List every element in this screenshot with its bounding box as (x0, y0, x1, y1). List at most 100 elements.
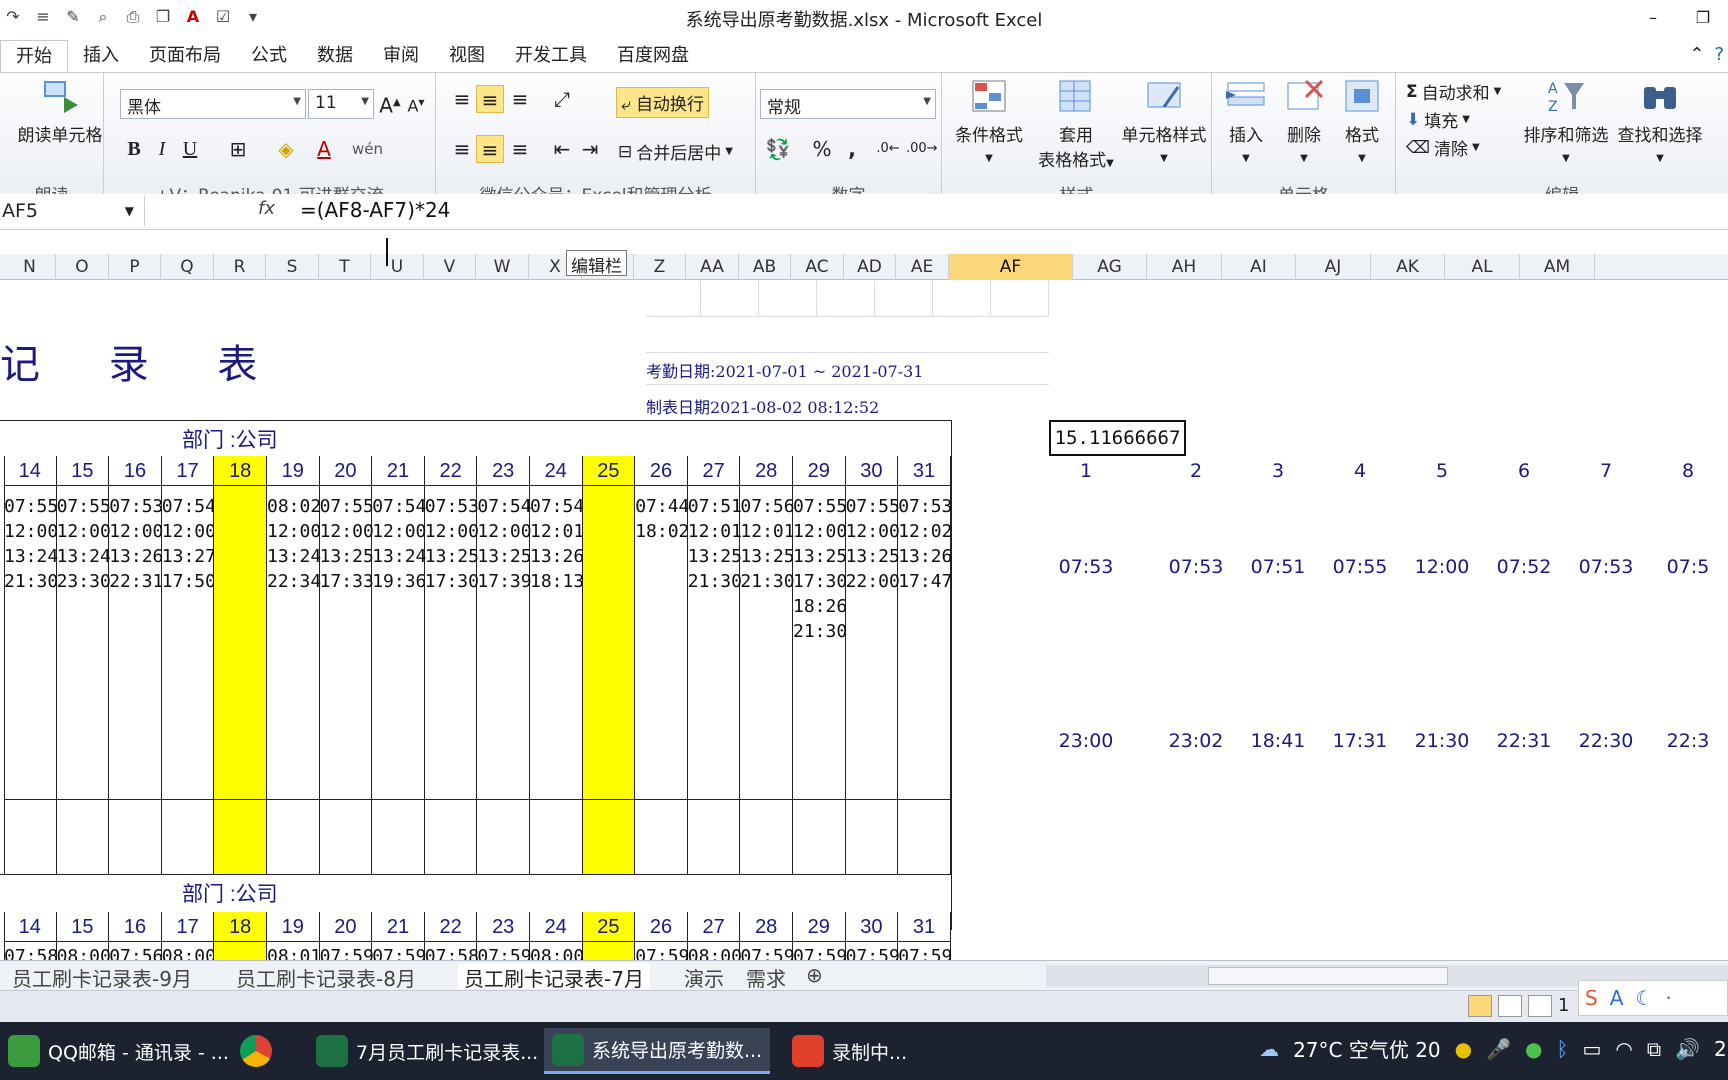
align-center-icon[interactable]: ≡ (476, 135, 504, 163)
helper-out-time[interactable]: 22:30 (1566, 730, 1646, 752)
ribbon-minimize-icon[interactable]: ⌃ (1689, 44, 1704, 65)
block1-day-header[interactable]: 28 (740, 456, 793, 486)
insert-cells-button[interactable]: 插入 ▼ (1216, 77, 1276, 166)
punch-times-cell[interactable]: 07:55 12:00 13:25 17:30 18:26 21:30 (793, 486, 847, 800)
align-left-icon[interactable]: ≡ (448, 135, 476, 163)
helper-in-time[interactable]: 07:5 (1648, 556, 1728, 578)
block2-day-header[interactable]: 17 (161, 912, 215, 942)
empty-cell[interactable] (214, 800, 267, 874)
read-cell-button[interactable]: 朗读单元格 (14, 77, 106, 146)
punch-times-cell[interactable]: 08:02 12:00 13:24 22:34 (267, 486, 321, 800)
helper-out-time[interactable]: 18:41 (1238, 730, 1318, 752)
column-header[interactable]: S (266, 254, 319, 280)
punch-times-cell[interactable]: 07:54 12:00 13:25 17:39 (477, 486, 532, 800)
column-header[interactable]: AD (844, 254, 896, 280)
helper-day-number[interactable]: 3 (1248, 460, 1308, 482)
column-header[interactable]: AJ (1296, 254, 1371, 280)
helper-day-number[interactable]: 7 (1576, 460, 1636, 482)
helper-in-time[interactable]: 07:51 (1238, 556, 1318, 578)
punch-times-cell[interactable]: 08:01 (267, 942, 321, 960)
currency-icon[interactable]: 💱 (764, 135, 792, 163)
align-middle-icon[interactable]: ≡ (476, 85, 504, 113)
punch-times-cell[interactable]: 07:56 12:01 13:25 21:30 (740, 486, 795, 800)
helper-out-time[interactable]: 22:3 (1648, 730, 1728, 752)
format-cells-button[interactable]: 格式 ▼ (1332, 77, 1392, 166)
column-header[interactable]: AB (739, 254, 791, 280)
block2-day-header[interactable]: 24 (530, 912, 583, 942)
block1-day-header[interactable]: 15 (56, 456, 110, 486)
sheet-tab-demo[interactable]: 演示 (684, 963, 724, 991)
punch-times-cell[interactable]: 07:53 12:02 13:26 17:47 (898, 486, 952, 800)
column-header[interactable]: AK (1371, 254, 1445, 280)
empty-cell[interactable] (846, 800, 899, 874)
column-header[interactable]: AL (1445, 254, 1520, 280)
decrease-decimal-icon[interactable]: .00→ (906, 135, 938, 163)
column-header[interactable]: Z (634, 254, 686, 280)
punch-times-cell[interactable]: 08:00 (162, 942, 216, 960)
block2-day-header[interactable]: 18 (214, 912, 267, 942)
worksheet-grid[interactable]: 记 录 表 考勤日期:2021-07-01 ~ 2021-07-31 制表日期2… (0, 280, 1728, 960)
block1-day-header[interactable]: 14 (4, 456, 57, 486)
empty-cell[interactable] (57, 800, 110, 874)
punch-times-cell[interactable] (582, 942, 636, 960)
autosum-button[interactable]: Σ 自动求和 ▼ (1406, 79, 1501, 105)
tab-page-layout[interactable]: 页面布局 (134, 40, 236, 72)
punch-times-cell[interactable]: 07:59 (846, 942, 900, 960)
insert-sheet-icon[interactable]: ⊕ (806, 963, 823, 989)
helper-in-time[interactable]: 07:52 (1484, 556, 1564, 578)
helper-in-time[interactable]: 07:53 (1566, 556, 1646, 578)
helper-in-time[interactable]: 07:53 (1046, 556, 1126, 578)
task-chrome[interactable] (232, 1028, 280, 1074)
punch-times-cell[interactable]: 07:55 12:00 13:25 22:00 (845, 486, 900, 800)
punch-times-cell[interactable]: 08:00 (688, 942, 742, 960)
helper-out-time[interactable]: 17:31 (1320, 730, 1400, 752)
punch-times-cell[interactable]: 07:51 12:01 13:25 21:30 (687, 486, 742, 800)
font-size-combo[interactable]: 11 ▼ (308, 89, 374, 119)
punch-times-cell[interactable]: 07:54 12:01 13:26 18:13 (530, 486, 584, 800)
empty-cell[interactable] (530, 800, 583, 874)
helper-day-number[interactable]: 6 (1494, 460, 1554, 482)
block2-day-header[interactable]: 21 (372, 912, 425, 942)
block1-day-header[interactable]: 23 (477, 456, 530, 486)
sheet-tab-aug[interactable]: 员工刷卡记录表-8月 (236, 963, 416, 991)
empty-cell[interactable] (4, 800, 57, 874)
block1-day-header[interactable]: 31 (898, 456, 951, 486)
column-header[interactable]: AM (1520, 254, 1595, 280)
punch-times-cell[interactable]: 08:00 (57, 942, 111, 960)
column-header[interactable]: T (319, 254, 371, 280)
font-name-combo[interactable]: 黑体 ▼ (120, 89, 306, 119)
battery-icon[interactable]: ▭ (1582, 1037, 1601, 1061)
block1-day-header[interactable]: 17 (161, 456, 215, 486)
column-header[interactable]: AE (896, 254, 949, 280)
punch-times-cell[interactable] (214, 486, 267, 800)
grow-font-icon[interactable]: A▲ (376, 89, 404, 118)
name-box[interactable]: AF5 ▼ (0, 196, 145, 226)
column-header[interactable]: N (4, 254, 56, 280)
tab-view[interactable]: 视图 (434, 40, 500, 72)
block1-day-header[interactable]: 29 (793, 456, 846, 486)
column-header[interactable]: AI (1222, 254, 1296, 280)
font-color-icon[interactable]: A (310, 135, 338, 163)
underline-button[interactable]: U (176, 135, 204, 163)
clear-button[interactable]: ⌫ 清除 ▼ (1406, 135, 1480, 161)
punch-times-cell[interactable]: 07:53 12:00 13:25 17:30 (424, 486, 479, 800)
moon-icon[interactable]: ☾ (1635, 986, 1653, 1010)
increase-decimal-icon[interactable]: .0← (874, 135, 902, 163)
helper-out-time[interactable]: 21:30 (1402, 730, 1482, 752)
number-format-combo[interactable]: 常规 ▼ (760, 89, 936, 119)
punch-times-cell[interactable] (582, 486, 636, 800)
block1-day-header[interactable]: 18 (214, 456, 267, 486)
punch-times-cell[interactable]: 07:59 (793, 942, 847, 960)
wrap-text-button[interactable]: ⤶ 自动换行 (616, 87, 709, 118)
tab-data[interactable]: 数据 (302, 40, 368, 72)
punch-times-cell[interactable]: 07:59 (477, 942, 532, 960)
block2-day-header[interactable]: 22 (424, 912, 478, 942)
app-tray-icon[interactable]: ● (1455, 1037, 1472, 1061)
increase-indent-icon[interactable]: ⇥ (576, 135, 604, 163)
punch-times-cell[interactable]: 07:59 (740, 942, 795, 960)
wechat-icon[interactable]: ● (1525, 1037, 1542, 1061)
punch-times-cell[interactable]: 07:55 12:00 13:25 17:33 (319, 486, 374, 800)
bold-button[interactable]: B (120, 135, 148, 163)
empty-cell[interactable] (425, 800, 478, 874)
fill-button[interactable]: ⬇ 填充 ▼ (1406, 107, 1470, 133)
